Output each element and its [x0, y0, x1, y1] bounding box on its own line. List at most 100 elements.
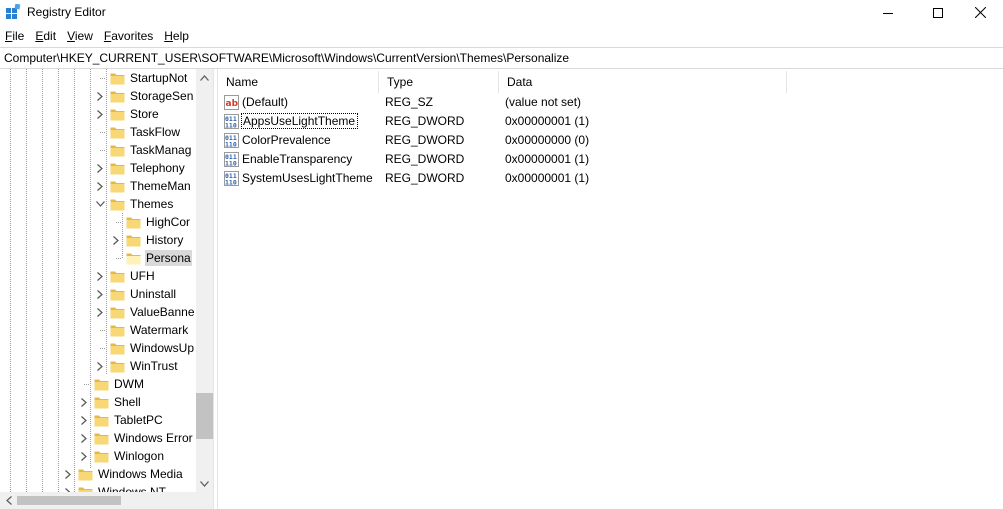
- menu-view[interactable]: View: [62, 26, 99, 46]
- tree-node-label: TaskFlow: [130, 125, 181, 139]
- folder-icon: [126, 217, 141, 228]
- tree-node[interactable]: History: [110, 231, 184, 249]
- maximize-button[interactable]: [915, 0, 961, 25]
- folder-icon: [110, 325, 125, 336]
- value-name: (Default): [242, 93, 288, 112]
- tree-node[interactable]: TaskFlow: [94, 123, 181, 141]
- menu-edit[interactable]: Edit: [30, 26, 62, 46]
- values-list[interactable]: Name Type Data ab (Default) REG_SZ (value n…: [218, 69, 1003, 509]
- scroll-down-button[interactable]: [196, 475, 213, 492]
- scroll-up-button[interactable]: [196, 69, 213, 86]
- chevron-right-icon[interactable]: [94, 159, 106, 177]
- chevron-right-icon[interactable]: [94, 267, 106, 285]
- tree-node[interactable]: StorageSen: [94, 87, 194, 105]
- chevron-right-icon[interactable]: [94, 303, 106, 321]
- folder-icon: [110, 307, 125, 318]
- tree-node[interactable]: TaskManag: [94, 141, 192, 159]
- tree-node[interactable]: Winlogon: [78, 447, 165, 465]
- column-header-name[interactable]: Name: [218, 71, 379, 93]
- folder-icon: [110, 163, 125, 174]
- menu-favorites[interactable]: Favorites: [99, 26, 159, 46]
- tree-node-label: Persona: [145, 250, 192, 266]
- folder-icon: [126, 253, 141, 264]
- chevron-down-icon: [200, 480, 209, 487]
- chevron-right-icon[interactable]: [78, 447, 90, 465]
- chevron-right-icon[interactable]: [78, 429, 90, 447]
- tree-node[interactable]: ThemeMan: [94, 177, 192, 195]
- list-item[interactable]: 011 110 AppsUseLightTheme REG_DWORD 0x000000…: [218, 112, 1003, 131]
- chevron-right-icon[interactable]: [78, 411, 90, 429]
- tree-node[interactable]: WinTrust: [94, 357, 179, 375]
- string-value-icon: ab: [224, 95, 239, 110]
- binary-value-icon: 011110: [224, 114, 239, 129]
- tree-node-label: Winlogon: [114, 449, 165, 463]
- chevron-right-icon[interactable]: [78, 393, 90, 411]
- list-item[interactable]: 011 110 EnableTransparency REG_DWORD 0x00000…: [218, 150, 1003, 169]
- tree-node[interactable]: DWM: [78, 375, 145, 393]
- tree-node[interactable]: UFH: [94, 267, 156, 285]
- tree-node-label: HighCor: [146, 215, 191, 229]
- value-name-text: ColorPrevalence: [242, 133, 331, 147]
- folder-icon: [110, 127, 125, 138]
- folder-icon: [94, 379, 109, 390]
- column-header-data[interactable]: Data: [499, 71, 787, 93]
- tree-node[interactable]: Shell: [78, 393, 142, 411]
- tree-node-label: UFH: [130, 269, 155, 283]
- tree-node[interactable]: Store: [94, 105, 160, 123]
- tree-node[interactable]: HighCor: [110, 213, 191, 231]
- value-name-text: AppsUseLightTheme: [240, 113, 359, 129]
- menu-bar: File Edit View Favorites Help: [0, 26, 195, 46]
- chevron-right-icon[interactable]: [94, 357, 106, 375]
- chevron-right-icon[interactable]: [110, 231, 122, 249]
- menu-help[interactable]: Help: [159, 26, 195, 46]
- folder-icon: [110, 271, 125, 282]
- tree-node[interactable]: ValueBanne: [94, 303, 196, 321]
- chevron-right-icon[interactable]: [94, 87, 106, 105]
- menu-help-label: elp: [172, 29, 189, 43]
- folder-icon: [110, 181, 125, 192]
- column-header-type-label: Type: [387, 75, 414, 89]
- tree-node[interactable]: Telephony: [94, 159, 186, 177]
- scroll-left-button[interactable]: [0, 492, 17, 509]
- chevron-right-icon[interactable]: [94, 105, 106, 123]
- tree-node-label: TabletPC: [114, 413, 163, 427]
- tree-node[interactable]: Persona: [110, 249, 192, 267]
- list-item[interactable]: 011 110 SystemUsesLightTheme REG_DWORD 0x000…: [218, 169, 1003, 188]
- close-icon: [974, 7, 986, 18]
- value-type: REG_DWORD: [385, 133, 465, 147]
- tree-node[interactable]: Windows Error: [78, 429, 194, 447]
- tree-node[interactable]: Windows Media: [62, 465, 184, 483]
- scroll-thumb[interactable]: [196, 393, 213, 439]
- chevron-left-icon: [5, 496, 12, 505]
- list-item[interactable]: ab (Default) REG_SZ (value not set): [218, 93, 1003, 112]
- list-item[interactable]: 011 110 ColorPrevalence REG_DWORD 0x00000000…: [218, 131, 1003, 150]
- chevron-down-icon[interactable]: [94, 195, 106, 213]
- tree-vertical-scrollbar[interactable]: [196, 69, 213, 492]
- tree-node[interactable]: StartupNot: [94, 69, 188, 87]
- chevron-right-icon[interactable]: [94, 285, 106, 303]
- key-tree[interactable]: StartupNot StorageSen Store TaskFlow TaskMan…: [0, 69, 213, 509]
- tree-connector: [110, 213, 122, 231]
- tree-node[interactable]: TabletPC: [78, 411, 164, 429]
- tree-node-label: TaskManag: [130, 143, 192, 157]
- tree-node-label: DWM: [114, 377, 144, 391]
- tree-node[interactable]: Watermark: [94, 321, 189, 339]
- folder-icon: [110, 109, 125, 120]
- value-name: EnableTransparency: [242, 150, 352, 169]
- address-path[interactable]: Computer\HKEY_CURRENT_USER\SOFTWARE\Micr…: [4, 51, 569, 65]
- horizontal-scroll-thumb[interactable]: [17, 496, 121, 505]
- tree-node-label: Shell: [114, 395, 141, 409]
- tree-horizontal-scrollbar[interactable]: [0, 492, 213, 509]
- folder-icon: [110, 289, 125, 300]
- minimize-button[interactable]: [865, 0, 911, 25]
- column-header-type[interactable]: Type: [379, 71, 499, 93]
- chevron-right-icon[interactable]: [94, 177, 106, 195]
- menu-file[interactable]: File: [0, 26, 30, 46]
- svg-text:110: 110: [225, 141, 237, 149]
- chevron-right-icon[interactable]: [62, 465, 74, 483]
- tree-node[interactable]: Themes: [94, 195, 174, 213]
- close-button[interactable]: [957, 0, 1003, 25]
- tree-node[interactable]: Uninstall: [94, 285, 177, 303]
- tree-node[interactable]: WindowsUp: [94, 339, 195, 357]
- address-bar[interactable]: Computer\HKEY_CURRENT_USER\SOFTWARE\Micr…: [0, 47, 1003, 69]
